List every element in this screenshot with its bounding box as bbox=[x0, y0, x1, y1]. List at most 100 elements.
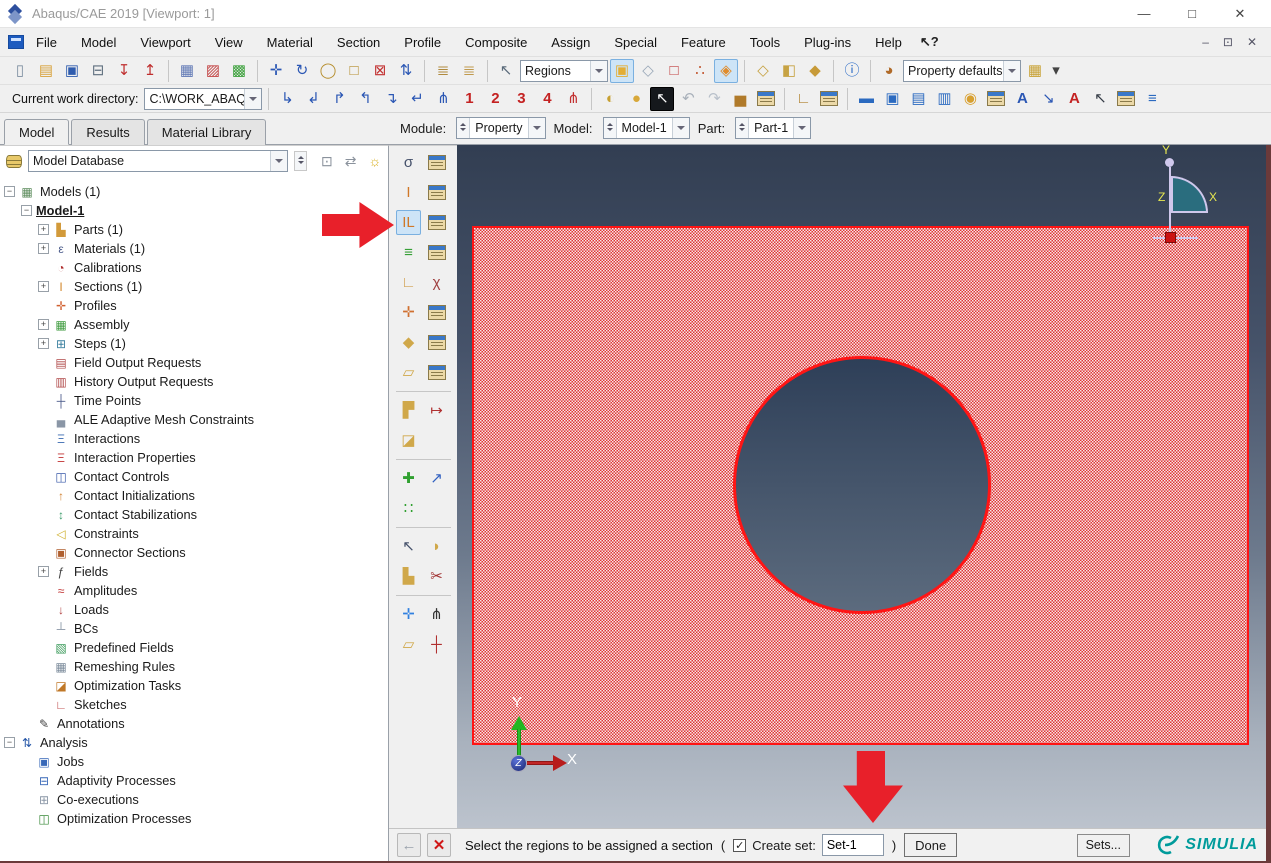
redo-icon[interactable]: ↷ bbox=[702, 87, 726, 111]
menu-section[interactable]: Section bbox=[337, 35, 380, 50]
collapse-icon[interactable]: − bbox=[4, 186, 15, 197]
expand-icon[interactable]: + bbox=[38, 566, 49, 577]
menu-tools[interactable]: Tools bbox=[750, 35, 780, 50]
part-spinner[interactable] bbox=[736, 118, 749, 138]
link-viewports-icon[interactable]: ◉ bbox=[958, 87, 982, 111]
tree-item-contact-initializations[interactable]: ↑Contact Initializations bbox=[0, 486, 388, 505]
create-set-checkbox[interactable]: ✓ bbox=[733, 839, 746, 852]
render-hidden-icon[interactable]: ◧ bbox=[777, 59, 801, 83]
tree-item-sections-1-[interactable]: +ISections (1) bbox=[0, 277, 388, 296]
color-palette-icon[interactable]: ◕ bbox=[877, 59, 901, 83]
save-model-icon[interactable]: ▣ bbox=[60, 59, 84, 83]
view-yz-icon[interactable]: ↵ bbox=[405, 87, 429, 111]
tree-item-steps-1-[interactable]: +⊞Steps (1) bbox=[0, 334, 388, 353]
overlay-colors-icon[interactable]: ▣ bbox=[610, 59, 634, 83]
export-db-icon[interactable]: ↧ bbox=[112, 59, 136, 83]
triad-axes-icon[interactable]: ⋔ bbox=[431, 87, 455, 111]
chevron-down-icon[interactable] bbox=[793, 118, 810, 138]
assign-beam-orientation-icon[interactable]: ∟ bbox=[396, 270, 421, 295]
fit-view-icon[interactable]: ⊠ bbox=[368, 59, 392, 83]
point-probe-icon[interactable]: ∴ bbox=[688, 59, 712, 83]
tree-item-materials-1-[interactable]: +εMaterials (1) bbox=[0, 239, 388, 258]
expand-icon[interactable]: + bbox=[38, 338, 49, 349]
tree-item-time-points[interactable]: ┼Time Points bbox=[0, 391, 388, 410]
expand-icon[interactable]: + bbox=[38, 319, 49, 330]
viewport-cascade-icon[interactable]: ▣ bbox=[880, 87, 904, 111]
tree-item-remeshing-rules[interactable]: ▦Remeshing Rules bbox=[0, 657, 388, 676]
annotation-options-icon[interactable]: ≡ bbox=[1140, 87, 1164, 111]
create-skin-icon[interactable]: ▱ bbox=[396, 360, 421, 385]
magnify-view-icon[interactable]: ◯ bbox=[316, 59, 340, 83]
chevron-down-icon[interactable] bbox=[270, 151, 287, 171]
selection-filter-combo[interactable]: Regions bbox=[520, 60, 608, 82]
assign-material-orientation-icon[interactable]: χ bbox=[424, 270, 449, 295]
venn-overlap-icon[interactable]: ◐ bbox=[598, 87, 622, 111]
tree-item-analysis[interactable]: −⇅Analysis bbox=[0, 733, 388, 752]
annotate-arrow-icon[interactable]: ↘ bbox=[1036, 87, 1060, 111]
tree-item-optimization-tasks[interactable]: ◪Optimization Tasks bbox=[0, 676, 388, 695]
import-db-icon[interactable]: ↥ bbox=[138, 59, 162, 83]
view-4-icon[interactable]: 4 bbox=[535, 87, 559, 111]
dashed-cube-icon[interactable]: ▨ bbox=[201, 59, 225, 83]
partition-copy-icon[interactable]: ▛ bbox=[396, 398, 421, 423]
tree-item-field-output-requests[interactable]: ▤Field Output Requests bbox=[0, 353, 388, 372]
print-icon[interactable]: ⊟ bbox=[86, 59, 110, 83]
menu-viewport[interactable]: Viewport bbox=[140, 35, 190, 50]
viewport-manager-icon[interactable] bbox=[984, 87, 1008, 111]
wire-cube-icon[interactable]: ▦ bbox=[175, 59, 199, 83]
previous-step-button[interactable]: ← bbox=[397, 833, 421, 857]
tree-item-calibrations[interactable]: ◔Calibrations bbox=[0, 258, 388, 277]
new-model-icon[interactable]: ▯ bbox=[8, 59, 32, 83]
annotate-text-icon[interactable]: A bbox=[1062, 87, 1086, 111]
create-composite-layup-icon[interactable]: ≡ bbox=[396, 240, 421, 265]
model-combo[interactable]: Model-1 bbox=[603, 117, 690, 139]
color-code-cube-icon[interactable]: ▦ bbox=[1023, 59, 1047, 83]
cancel-procedure-button[interactable]: ✕ bbox=[427, 833, 451, 857]
open-model-icon[interactable]: ▤ bbox=[34, 59, 58, 83]
module-combo[interactable]: Property bbox=[456, 117, 545, 139]
tree-spinner[interactable] bbox=[294, 151, 307, 171]
maximize-button[interactable]: □ bbox=[1183, 6, 1201, 22]
viewport-create-icon[interactable]: ▬ bbox=[854, 87, 878, 111]
tree-item-amplitudes[interactable]: ≈Amplitudes bbox=[0, 581, 388, 600]
color-mapping-combo[interactable]: Property defaults bbox=[903, 60, 1021, 82]
pointer-icon[interactable]: ↖ bbox=[494, 59, 518, 83]
section-manager-icon[interactable] bbox=[424, 180, 449, 205]
view-manip-cube-icon[interactable]: ◈ bbox=[714, 59, 738, 83]
done-button[interactable]: Done bbox=[904, 833, 957, 857]
section-assignment-manager-icon[interactable] bbox=[424, 210, 449, 235]
custom-triad-icon[interactable]: ⋔ bbox=[561, 87, 585, 111]
ellipse-icon[interactable]: ● bbox=[624, 87, 648, 111]
menu-profile[interactable]: Profile bbox=[404, 35, 441, 50]
query-xyz-icon[interactable]: ✛ bbox=[396, 602, 421, 627]
create-round-icon[interactable]: ◗ bbox=[424, 534, 449, 559]
tree-item-jobs[interactable]: ▣Jobs bbox=[0, 752, 388, 771]
annotate-pointer-icon[interactable]: ↖ bbox=[1088, 87, 1112, 111]
tree-item-ale-adaptive-mesh-constraints[interactable]: ▄ALE Adaptive Mesh Constraints bbox=[0, 410, 388, 429]
material-manager-icon[interactable] bbox=[424, 150, 449, 175]
assign-section-icon[interactable]: IL bbox=[396, 210, 421, 235]
tree-item-interactions[interactable]: ΞInteractions bbox=[0, 429, 388, 448]
view-2-icon[interactable]: 2 bbox=[483, 87, 507, 111]
partition-face-icon[interactable]: ∷ bbox=[396, 496, 421, 521]
annotate-label-icon[interactable]: A bbox=[1010, 87, 1034, 111]
chevron-down-icon[interactable] bbox=[672, 118, 689, 138]
tree-item-history-output-requests[interactable]: ▥History Output Requests bbox=[0, 372, 388, 391]
zoom-box-icon[interactable]: □ bbox=[342, 59, 366, 83]
tree-item-models-1-[interactable]: −▦Models (1) bbox=[0, 182, 388, 201]
composite-layup-manager-icon[interactable] bbox=[424, 240, 449, 265]
ruler-icon[interactable]: ▅ bbox=[728, 87, 752, 111]
model-spinner[interactable] bbox=[604, 118, 617, 138]
datum-axis-marker-icon[interactable]: ┼ bbox=[424, 632, 449, 657]
solid-green-cube-icon[interactable]: ▩ bbox=[227, 59, 251, 83]
mdi-restore-button[interactable]: ⊡ bbox=[1223, 35, 1233, 49]
skin-manager-icon[interactable] bbox=[424, 330, 449, 355]
tree-item-sketches[interactable]: ∟Sketches bbox=[0, 695, 388, 714]
datum-csys-icon[interactable]: ⋔ bbox=[424, 602, 449, 627]
edit-feature-icon[interactable]: ↖ bbox=[396, 534, 421, 559]
translate-part-icon[interactable]: ↦ bbox=[424, 398, 449, 423]
menu-model[interactable]: Model bbox=[81, 35, 116, 50]
highlight-select-icon[interactable]: ↖ bbox=[650, 87, 674, 111]
menu-composite[interactable]: Composite bbox=[465, 35, 527, 50]
chevron-down-icon[interactable] bbox=[590, 61, 607, 81]
